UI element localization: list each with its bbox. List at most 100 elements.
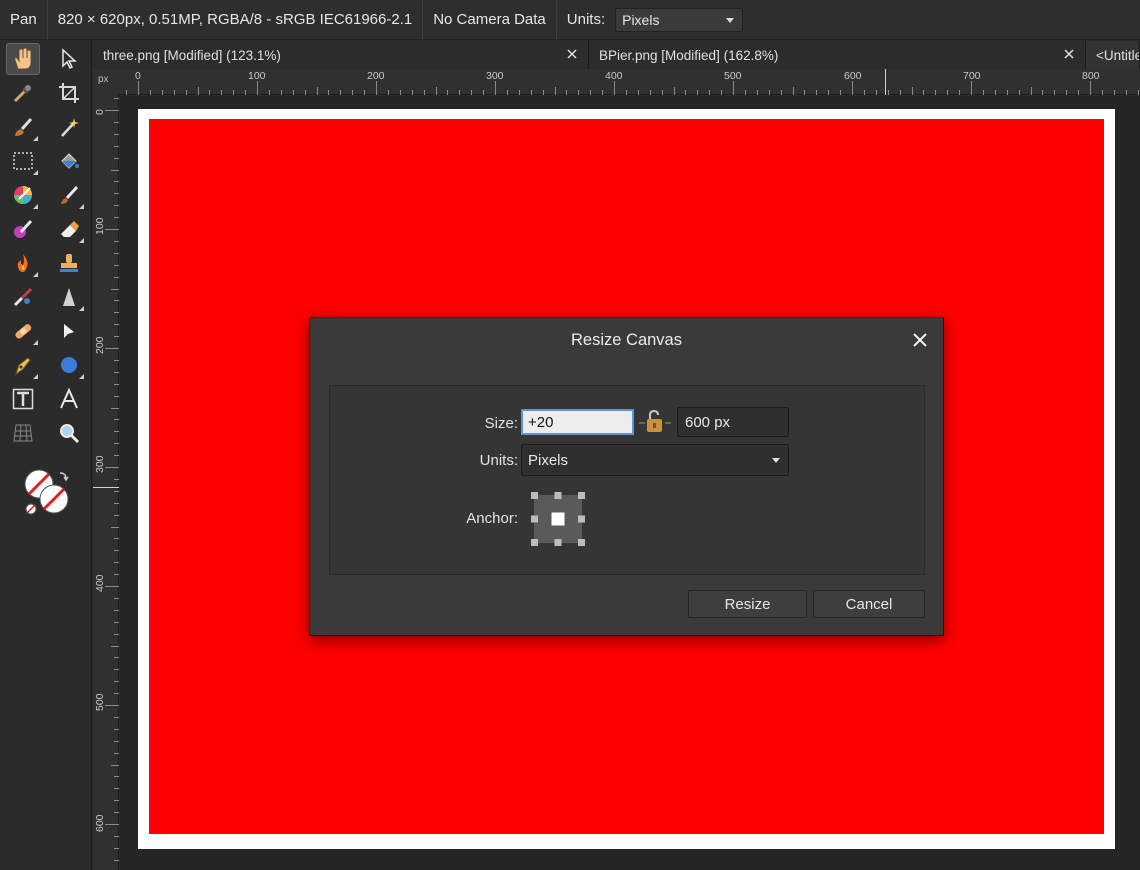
ruler-tick — [994, 90, 996, 95]
anchor-label: Anchor: — [466, 510, 518, 527]
tool-gradient[interactable] — [6, 179, 40, 211]
ruler-tick — [887, 90, 889, 95]
ruler-tick — [114, 550, 119, 552]
resize-button[interactable]: Resize — [688, 590, 807, 618]
eraser-icon — [61, 221, 79, 237]
close-icon[interactable] — [564, 46, 580, 62]
flood-fill-icon — [61, 153, 79, 169]
tool-marquee[interactable] — [6, 145, 40, 177]
tab-untitled[interactable]: <Untitle — [1086, 41, 1140, 69]
flyout-indicator-icon — [79, 204, 84, 209]
tool-artistic-text[interactable] — [52, 383, 86, 415]
tool-smudge[interactable] — [6, 281, 40, 313]
context-toolbar: Pan 820 × 620px, 0.51MP, RGBA/8 - sRGB I… — [0, 0, 1140, 40]
tool-node[interactable] — [52, 315, 86, 347]
ruler-tick — [114, 300, 119, 302]
tool-dodge-burn[interactable] — [6, 247, 40, 279]
tool-pen[interactable] — [6, 349, 40, 381]
tool-shape[interactable] — [52, 349, 86, 381]
tool-selection-brush[interactable] — [6, 111, 40, 143]
ruler-tick — [114, 681, 119, 683]
units-dropdown-value: Pixels — [528, 452, 569, 469]
tool-color-replace[interactable] — [6, 213, 40, 245]
height-input[interactable]: 600 px — [677, 407, 789, 437]
ruler-tick — [114, 728, 119, 730]
width-input[interactable] — [521, 409, 634, 435]
anchor-grid-icon — [531, 492, 585, 546]
tool-eraser[interactable] — [52, 213, 86, 245]
ruler-tick — [114, 716, 119, 718]
tool-frame-text[interactable] — [6, 383, 40, 415]
ruler-tick — [780, 90, 782, 95]
ruler-tick — [387, 90, 389, 95]
close-icon[interactable] — [911, 331, 929, 349]
ruler-tick — [114, 145, 119, 147]
ruler-tick — [554, 87, 556, 95]
color-swatches[interactable] — [22, 467, 74, 519]
ruler-tick — [447, 90, 449, 95]
ruler-tick — [816, 90, 818, 95]
mesh-warp-icon — [13, 424, 33, 442]
ruler-tick — [399, 90, 401, 95]
close-icon[interactable] — [1061, 46, 1077, 62]
ruler-tick — [114, 562, 119, 564]
cancel-button[interactable]: Cancel — [813, 590, 925, 618]
units-dropdown[interactable]: Pixels — [521, 444, 789, 476]
aspect-lock-toggle[interactable] — [639, 409, 671, 435]
units-control: Units: Pixels — [557, 0, 753, 40]
size-label: Size: — [484, 415, 518, 432]
tool-sharpen[interactable] — [52, 281, 86, 313]
resize-canvas-dialog: Resize Canvas Size: 600 px Units: Pixels… — [309, 317, 944, 636]
ruler-tick — [114, 478, 119, 480]
tool-crop[interactable] — [52, 77, 86, 109]
tool-healing[interactable] — [6, 315, 40, 347]
ruler-tick — [111, 288, 119, 290]
tab-label: three.png [Modified] (123.1%) — [103, 47, 281, 63]
ruler-tick — [268, 90, 270, 95]
ruler-tick — [114, 240, 119, 242]
tool-mesh-warp[interactable] — [6, 417, 40, 449]
tab-label: BPier.png [Modified] (162.8%) — [599, 47, 779, 63]
ruler-tick — [542, 90, 544, 95]
tab-bpier-png[interactable]: BPier.png [Modified] (162.8%) — [589, 41, 1086, 69]
ruler-tick — [233, 90, 235, 95]
tool-pan[interactable] — [6, 43, 40, 75]
clone-stamp-icon — [60, 254, 78, 272]
anchor-grid[interactable] — [530, 491, 586, 547]
units-dropdown[interactable]: Pixels — [615, 7, 744, 32]
ruler-tick — [602, 90, 604, 95]
ruler-tick — [435, 87, 437, 95]
ruler-tick — [114, 490, 119, 492]
tools-panel — [0, 41, 92, 870]
ruler-tick — [625, 90, 627, 95]
move-pointer-icon — [62, 48, 77, 70]
ruler-tick — [1078, 90, 1080, 95]
ruler-tick — [709, 90, 711, 95]
artistic-text-icon — [60, 388, 78, 409]
units-label: Units: — [479, 452, 518, 469]
healing-icon — [15, 324, 32, 339]
ruler-tick — [114, 324, 119, 326]
ruler-tick — [376, 81, 377, 95]
ruler-tick — [114, 252, 119, 254]
ruler-tick — [114, 359, 119, 361]
tool-zoom[interactable] — [52, 417, 86, 449]
tab-three-png[interactable]: three.png [Modified] (123.1%) — [93, 41, 589, 69]
tool-move[interactable] — [52, 43, 86, 75]
tool-magic-wand[interactable] — [52, 111, 86, 143]
ruler-tick — [105, 467, 119, 468]
ruler-tick — [1113, 90, 1115, 95]
ruler-tick — [126, 90, 128, 95]
tool-clone-stamp[interactable] — [52, 247, 86, 279]
ruler-tick — [328, 90, 330, 95]
ruler-tick — [221, 90, 223, 95]
camera-info: No Camera Data — [423, 0, 557, 40]
ruler-tick — [1066, 90, 1068, 95]
tool-paint-brush[interactable] — [52, 179, 86, 211]
tool-color-picker[interactable] — [6, 77, 40, 109]
ruler-tick — [257, 81, 258, 95]
tool-flood-fill[interactable] — [52, 145, 86, 177]
ruler-tick — [114, 336, 119, 338]
ruler-tick — [114, 98, 119, 100]
flyout-indicator-icon — [33, 374, 38, 379]
